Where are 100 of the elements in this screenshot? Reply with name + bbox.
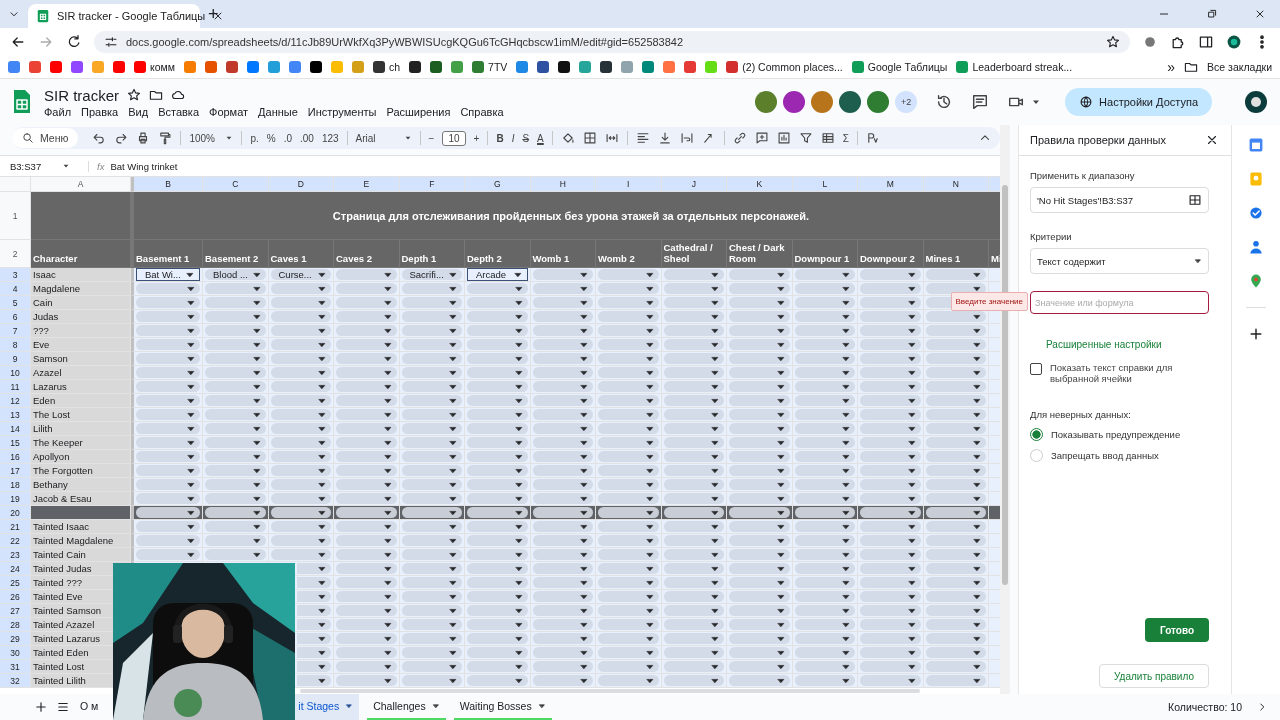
menu-item[interactable]: Данные [258,105,298,118]
strikethrough-button[interactable]: S [522,132,530,144]
bookmark[interactable]: ch [373,61,401,73]
dropdown-chip[interactable] [663,591,724,602]
dropdown-chip[interactable] [598,339,659,350]
dropdown-chip[interactable] [270,423,331,434]
dropdown-chip[interactable] [532,479,593,490]
dropdown-chip[interactable] [598,507,659,518]
dropdown-chip[interactable] [136,339,200,350]
dropdown-chip[interactable] [663,297,724,308]
dropdown-chip[interactable] [467,297,528,308]
column-letter[interactable]: B [165,179,171,189]
dropdown-chip[interactable] [598,549,659,560]
dropdown-chip[interactable] [401,591,462,602]
dropdown-chip[interactable] [729,577,790,588]
dropdown-chip[interactable] [794,353,855,364]
menu-item[interactable]: Вставка [158,105,199,118]
star-icon[interactable] [1106,35,1120,49]
dropdown-chip[interactable] [860,633,921,644]
dropdown-chip[interactable] [136,437,200,448]
dropdown-chip[interactable] [532,437,593,448]
dropdown-chip[interactable] [336,493,397,504]
dropdown-chip[interactable] [729,521,790,532]
dropdown-chip[interactable] [598,269,659,280]
add-sheet-icon[interactable] [34,700,48,714]
collaborator-avatar[interactable] [783,91,806,113]
dropdown-chip[interactable] [663,367,724,378]
bookmark-icon[interactable] [558,61,571,73]
dropdown-chip[interactable] [532,423,593,434]
dropdown-chip[interactable] [467,619,528,630]
dropdown-chip[interactable] [598,633,659,644]
dropdown-chip[interactable] [467,591,528,602]
dropdown-chip[interactable] [136,283,200,294]
dropdown-chip[interactable] [532,283,593,294]
dropdown-chip[interactable] [296,647,331,658]
dropdown-chip[interactable] [467,283,528,294]
dropdown-chip[interactable] [925,437,986,448]
dropdown-chip[interactable] [401,381,462,392]
dropdown-chip[interactable] [270,451,331,462]
dropdown-chip[interactable] [467,367,528,378]
dropdown-chip[interactable] [532,591,593,602]
dropdown-chip[interactable] [729,437,790,448]
restore-icon[interactable] [1206,8,1218,20]
dropdown-chip[interactable] [136,325,200,336]
done-button[interactable]: Готово [1145,618,1209,642]
dropdown-chip[interactable] [925,325,986,336]
dropdown-chip[interactable] [925,675,986,686]
dropdown-chip[interactable] [663,465,724,476]
dropdown-chip[interactable] [467,493,528,504]
add-icon[interactable] [1248,326,1264,342]
dropdown-chip[interactable] [270,465,331,476]
dropdown-chip[interactable]: Bat Wi... [136,268,200,281]
dropdown-chip[interactable] [925,521,986,532]
dropdown-chip[interactable] [136,297,200,308]
dropdown-chip[interactable] [467,647,528,658]
dropdown-chip[interactable] [794,479,855,490]
font-select[interactable]: Arial [355,132,412,144]
puzzle-icon[interactable] [1170,34,1186,50]
dropdown-chip[interactable] [205,395,266,406]
dropdown-chip[interactable] [794,395,855,406]
dropdown-chip[interactable] [663,451,724,462]
dropdown-chip[interactable] [467,563,528,574]
paint-roller-icon[interactable] [158,131,173,145]
dropdown-chip[interactable] [598,409,659,420]
dropdown-chip[interactable] [860,647,921,658]
dropdown-chip[interactable] [794,507,855,518]
dropdown-chip[interactable] [467,675,528,686]
dropdown-chip[interactable] [794,437,855,448]
cloud-icon[interactable] [171,88,185,102]
dropdown-chip[interactable] [598,437,659,448]
dropdown-chip[interactable] [794,675,855,686]
dropdown-chip[interactable] [598,661,659,672]
dropdown-chip[interactable]: Sacrifi... [401,269,462,280]
filter-icon[interactable] [798,131,813,145]
dropdown-chip[interactable] [860,465,921,476]
dropdown-chip[interactable] [860,591,921,602]
dropdown-chip[interactable] [532,339,593,350]
dropdown-chip[interactable] [794,591,855,602]
tasks-icon[interactable] [1248,205,1264,221]
dropdown-chip[interactable] [296,563,331,574]
borders-icon[interactable] [582,131,597,145]
profile-avatar[interactable] [1244,90,1268,114]
dropdown-chip[interactable] [794,521,855,532]
dropdown-chip[interactable] [794,493,855,504]
dropdown-chip[interactable] [794,325,855,336]
dropdown-chip[interactable] [532,269,593,280]
dropdown-chip[interactable] [296,619,331,630]
dropdown-chip[interactable] [729,535,790,546]
dropdown-chip[interactable] [663,619,724,630]
dropdown-chip[interactable] [401,507,462,518]
dropdown-chip[interactable] [336,325,397,336]
more-collaborators[interactable]: +2 [895,91,918,113]
dropdown-chip[interactable] [729,591,790,602]
dropdown-chip[interactable] [336,507,397,518]
dropdown-chip[interactable] [270,367,331,378]
dropdown-chip[interactable] [205,311,266,322]
dropdown-chip[interactable] [205,437,266,448]
dropdown-chip[interactable] [860,311,921,322]
dropdown-chip[interactable] [532,605,593,616]
dropdown-chip[interactable] [467,661,528,672]
